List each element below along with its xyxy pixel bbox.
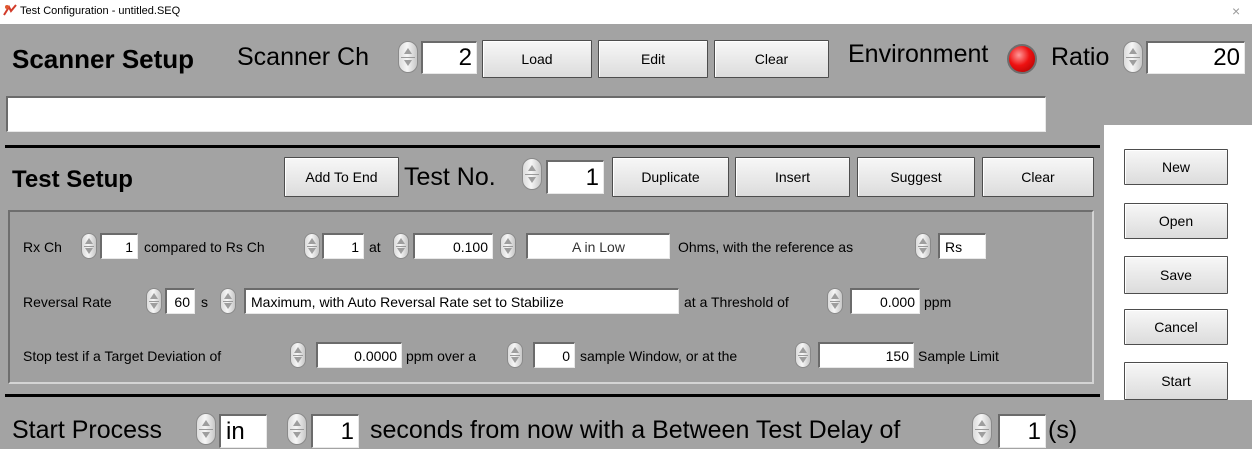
test-no-label: Test No. (404, 163, 496, 191)
environment-label: Environment (848, 40, 989, 68)
cancel-button[interactable]: Cancel (1124, 309, 1228, 345)
ratio-input[interactable]: 20 (1146, 41, 1245, 74)
delay-input[interactable]: 1 (998, 414, 1046, 448)
start-middle-label: seconds from now with a Between Test Del… (370, 416, 901, 444)
ohms-label: Ohms, with the reference as (678, 239, 854, 255)
reversal-rate-spinner[interactable] (146, 288, 162, 314)
threshold-spinner[interactable] (827, 288, 843, 314)
edit-button[interactable]: Edit (598, 40, 708, 78)
close-icon[interactable]: × (1232, 3, 1240, 19)
delay-spinner[interactable] (972, 413, 992, 445)
window-spinner[interactable] (507, 342, 523, 368)
rx-ch-spinner[interactable] (81, 233, 97, 259)
rs-ch-spinner[interactable] (304, 233, 320, 259)
current-spinner[interactable] (393, 233, 409, 259)
test-setup-heading: Test Setup (12, 166, 133, 193)
ppm-over-label: ppm over a (406, 348, 477, 364)
current-input[interactable]: 0.100 (413, 233, 493, 259)
range-spinner[interactable] (500, 233, 516, 259)
sample-limit-label: Sample Limit (918, 348, 999, 364)
threshold-input[interactable]: 0.000 (850, 288, 920, 314)
scanner-ch-input[interactable]: 2 (421, 41, 477, 74)
app-icon (3, 4, 17, 16)
limit-spinner[interactable] (795, 342, 811, 368)
reversal-rate-label: Reversal Rate (23, 294, 112, 310)
test-no-spinner[interactable] (522, 158, 542, 190)
start-mode-input[interactable]: in (219, 414, 267, 448)
save-button[interactable]: Save (1124, 256, 1228, 294)
seconds-unit-label: s (201, 294, 208, 310)
reference-spinner[interactable] (915, 233, 931, 259)
at-label: at (369, 239, 381, 255)
deviation-spinner[interactable] (290, 342, 306, 368)
insert-button[interactable]: Insert (735, 157, 850, 197)
add-to-end-button[interactable]: Add To End (284, 157, 399, 197)
start-process-label: Start Process (12, 416, 163, 444)
reversal-mode-input[interactable]: Maximum, with Auto Reversal Rate set to … (244, 288, 679, 314)
load-button[interactable]: Load (482, 40, 592, 78)
new-button[interactable]: New (1124, 149, 1228, 185)
section-divider-top (5, 145, 1100, 148)
open-button[interactable]: Open (1124, 203, 1228, 239)
compared-label: compared to Rs Ch (144, 239, 265, 255)
scanner-setup-heading: Scanner Setup (12, 44, 195, 74)
start-mode-spinner[interactable] (196, 413, 216, 445)
deviation-input[interactable]: 0.0000 (316, 342, 402, 368)
start-seconds-spinner[interactable] (287, 413, 307, 445)
mode-spinner[interactable] (220, 288, 236, 314)
reference-input[interactable]: Rs (938, 233, 986, 259)
title-bar (0, 0, 1252, 24)
start-button[interactable]: Start (1124, 362, 1228, 400)
window-title: Test Configuration - untitled.SEQ (20, 5, 181, 17)
range-input[interactable]: A in Low (526, 233, 670, 259)
window-label: sample Window, or at the (580, 348, 738, 364)
ratio-spinner[interactable] (1123, 41, 1143, 73)
duplicate-button[interactable]: Duplicate (612, 157, 729, 197)
stop-test-label: Stop test if a Target Deviation of (23, 348, 222, 364)
suggest-button[interactable]: Suggest (857, 157, 975, 197)
limit-input[interactable]: 150 (818, 342, 914, 368)
test-no-input[interactable]: 1 (546, 160, 604, 194)
scanner-clear-button[interactable]: Clear (714, 40, 829, 78)
rx-ch-label: Rx Ch (23, 239, 62, 255)
rs-ch-input[interactable]: 1 (322, 233, 364, 259)
scanner-ch-label: Scanner Ch (237, 43, 370, 71)
test-clear-button[interactable]: Clear (982, 157, 1094, 197)
threshold-ppm-label: ppm (924, 294, 952, 310)
section-divider-bottom (5, 394, 1100, 397)
threshold-label: at a Threshold of (684, 294, 789, 310)
scanner-ch-spinner[interactable] (398, 41, 418, 73)
ratio-label: Ratio (1051, 43, 1110, 71)
window-input[interactable]: 0 (533, 342, 575, 368)
environment-indicator (1007, 44, 1037, 74)
reversal-rate-input[interactable]: 60 (165, 288, 195, 314)
start-seconds-input[interactable]: 1 (311, 414, 359, 448)
rx-ch-input[interactable]: 1 (100, 233, 138, 259)
delay-unit-label: (s) (1048, 416, 1078, 444)
scanner-description-field[interactable] (6, 96, 1046, 132)
